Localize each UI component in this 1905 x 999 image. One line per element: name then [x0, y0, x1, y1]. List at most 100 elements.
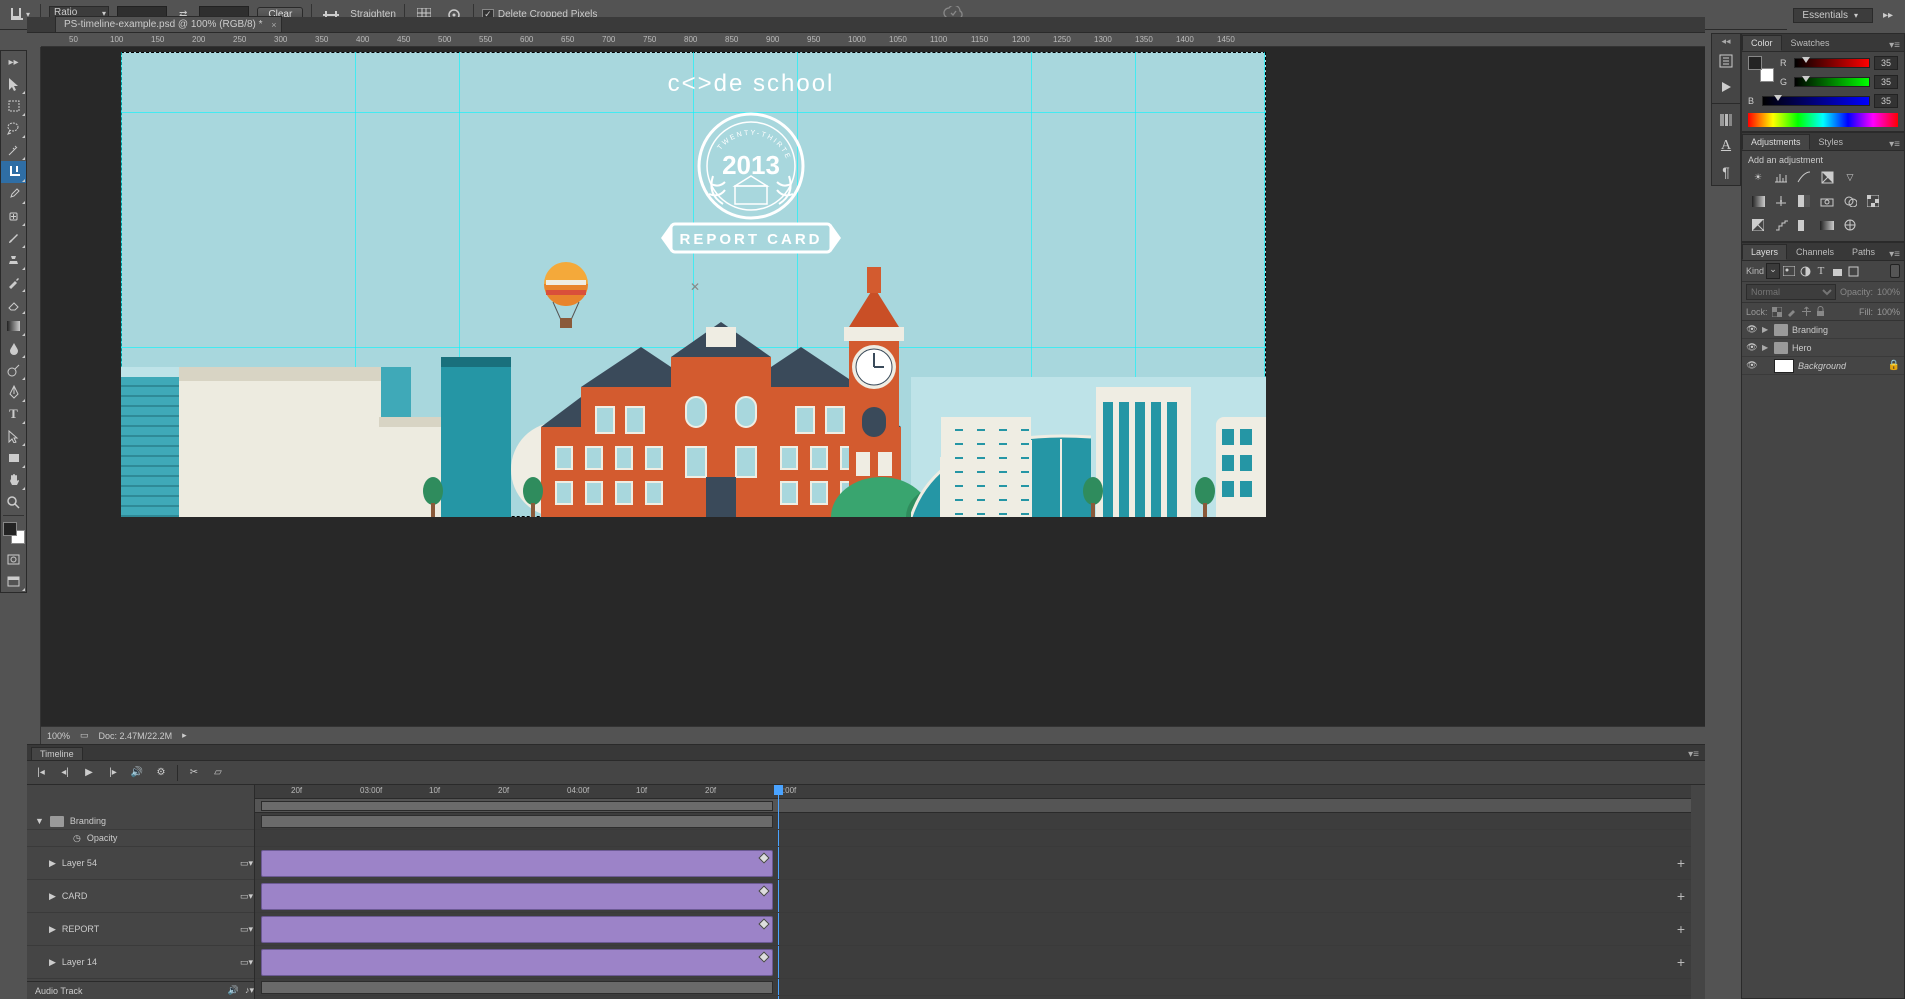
track-header-opacity[interactable]: ◷Opacity	[27, 830, 254, 847]
time-ruler[interactable]: 20f03:00f10f20f04:00f10f20f05:00f	[255, 785, 1691, 799]
brush-tool[interactable]	[1, 227, 26, 249]
zoom-level[interactable]: 100%	[47, 731, 70, 741]
bw-icon[interactable]	[1796, 193, 1812, 209]
track-report[interactable]: +	[255, 913, 1691, 946]
tab-channels[interactable]: Channels	[1787, 244, 1843, 260]
filter-shape-icon[interactable]	[1830, 264, 1844, 278]
track-hero[interactable]	[255, 979, 1691, 996]
vertical-ruler[interactable]	[27, 47, 41, 744]
color-swatches[interactable]	[1, 518, 26, 548]
exposure-icon[interactable]	[1819, 169, 1835, 185]
mute-icon[interactable]: 🔊	[129, 765, 145, 781]
marquee-tool[interactable]	[1, 95, 26, 117]
posterize-icon[interactable]	[1773, 217, 1789, 233]
paragraph-panel-icon[interactable]: ¶	[1712, 159, 1740, 185]
invert-icon[interactable]	[1750, 217, 1766, 233]
zoom-tool[interactable]	[1, 491, 26, 513]
panel-menu-icon[interactable]: ▾≡	[1885, 40, 1904, 51]
music-icon[interactable]: ♪▾	[245, 985, 254, 996]
brightness-icon[interactable]: ☀	[1750, 169, 1766, 185]
eyedropper-tool[interactable]	[1, 183, 26, 205]
r-value[interactable]: 35	[1874, 56, 1898, 70]
track-layer54[interactable]: +	[255, 847, 1691, 880]
track-menu-icon[interactable]: ▭▾	[240, 957, 254, 968]
filter-adjust-icon[interactable]	[1798, 264, 1812, 278]
vibrance-icon[interactable]: ▽	[1842, 169, 1858, 185]
curves-icon[interactable]	[1796, 169, 1812, 185]
transition-icon[interactable]: ▱	[210, 765, 226, 781]
type-tool[interactable]: T	[1, 403, 26, 425]
photo-filter-icon[interactable]	[1819, 193, 1835, 209]
panel-menu-icon[interactable]: ▾≡	[1885, 249, 1904, 260]
track-layer14[interactable]: +	[255, 946, 1691, 979]
g-value[interactable]: 35	[1874, 75, 1898, 89]
add-keyframe-icon[interactable]: +	[1677, 855, 1685, 871]
work-area-bar[interactable]	[261, 801, 773, 811]
add-keyframe-icon[interactable]: +	[1677, 888, 1685, 904]
next-frame-icon[interactable]: |▸	[105, 765, 121, 781]
document-tab[interactable]: PS-timeline-example.psd @ 100% (RGB/8) *…	[55, 16, 282, 32]
workspace-switcher[interactable]: Essentials▾	[1793, 8, 1873, 23]
crop-tool[interactable]	[1, 161, 26, 183]
stopwatch-icon[interactable]: ◷	[73, 833, 81, 844]
filter-kind-select[interactable]: ⌄	[1766, 263, 1780, 279]
filter-smart-icon[interactable]	[1846, 264, 1860, 278]
blend-mode-select[interactable]: Normal	[1746, 284, 1836, 300]
lock-all-icon[interactable]	[1816, 306, 1825, 317]
layer-name[interactable]: Background	[1798, 361, 1846, 371]
history-brush-tool[interactable]	[1, 271, 26, 293]
history-panel-icon[interactable]	[1712, 48, 1740, 74]
expand-icon[interactable]: ▶	[1762, 325, 1770, 334]
expand-dock-icon[interactable]: ◂◂	[1712, 34, 1740, 48]
tab-swatches[interactable]: Swatches	[1782, 35, 1839, 51]
filter-toggle[interactable]	[1890, 264, 1900, 278]
layer-row[interactable]: 👁 ▶ Hero	[1742, 339, 1904, 357]
track-header-branding[interactable]: ▼Branding	[27, 813, 254, 830]
lock-icon[interactable]: 🔒	[1888, 360, 1900, 371]
tab-paths[interactable]: Paths	[1843, 244, 1884, 260]
dodge-tool[interactable]	[1, 359, 26, 381]
expand-icon[interactable]: ▶	[1762, 343, 1770, 352]
close-tab-icon[interactable]: ×	[271, 20, 276, 30]
gradient-tool[interactable]	[1, 315, 26, 337]
track-branding[interactable]	[255, 813, 1691, 830]
preview-icon[interactable]: ▭	[80, 730, 89, 741]
color-balance-icon[interactable]	[1773, 193, 1789, 209]
tab-color[interactable]: Color	[1742, 35, 1782, 51]
status-menu-icon[interactable]: ▸	[182, 730, 187, 741]
tab-layers[interactable]: Layers	[1742, 244, 1787, 260]
layer-row[interactable]: 👁 Background 🔒	[1742, 357, 1904, 375]
timeline-settings-icon[interactable]: ⚙	[153, 765, 169, 781]
visibility-icon[interactable]: 👁	[1746, 360, 1758, 371]
track-card[interactable]: +	[255, 880, 1691, 913]
track-header-card[interactable]: ▶CARD▭▾	[27, 880, 254, 913]
lock-transparency-icon[interactable]	[1772, 307, 1782, 317]
lock-position-icon[interactable]	[1801, 306, 1812, 317]
color-lookup-icon[interactable]	[1865, 193, 1881, 209]
add-keyframe-icon[interactable]: +	[1677, 921, 1685, 937]
r-slider[interactable]	[1794, 58, 1870, 68]
workspace-menu-icon[interactable]: ▸▸	[1877, 4, 1899, 26]
visibility-icon[interactable]: 👁	[1746, 324, 1758, 335]
canvas-viewport[interactable]: c<>de school TWENTY-THIRTEEN 2013	[41, 47, 1705, 726]
collapse-tools-icon[interactable]: ▸▸	[1, 51, 26, 73]
layer-name[interactable]: Branding	[1792, 325, 1828, 335]
path-selection-tool[interactable]	[1, 425, 26, 447]
move-tool[interactable]	[1, 73, 26, 95]
track-menu-icon[interactable]: ▭▾	[240, 858, 254, 869]
split-clip-icon[interactable]: ✂	[186, 765, 202, 781]
healing-brush-tool[interactable]	[1, 205, 26, 227]
layer-name[interactable]: Hero	[1792, 343, 1812, 353]
panel-menu-icon[interactable]: ▾≡	[1885, 139, 1904, 150]
filter-type-icon[interactable]: T	[1814, 264, 1828, 278]
magic-wand-tool[interactable]	[1, 139, 26, 161]
actions-panel-icon[interactable]	[1712, 74, 1740, 100]
levels-icon[interactable]	[1773, 169, 1789, 185]
mute-track-icon[interactable]: 🔊	[228, 985, 239, 996]
track-menu-icon[interactable]: ▭▾	[240, 924, 254, 935]
color-spectrum[interactable]	[1748, 113, 1898, 127]
timeline-tracks-area[interactable]: 20f03:00f10f20f04:00f10f20f05:00f + + + …	[255, 785, 1691, 999]
quick-mask-icon[interactable]	[1, 548, 26, 570]
b-value[interactable]: 35	[1874, 94, 1898, 108]
opacity-value[interactable]: 100%	[1877, 287, 1900, 297]
